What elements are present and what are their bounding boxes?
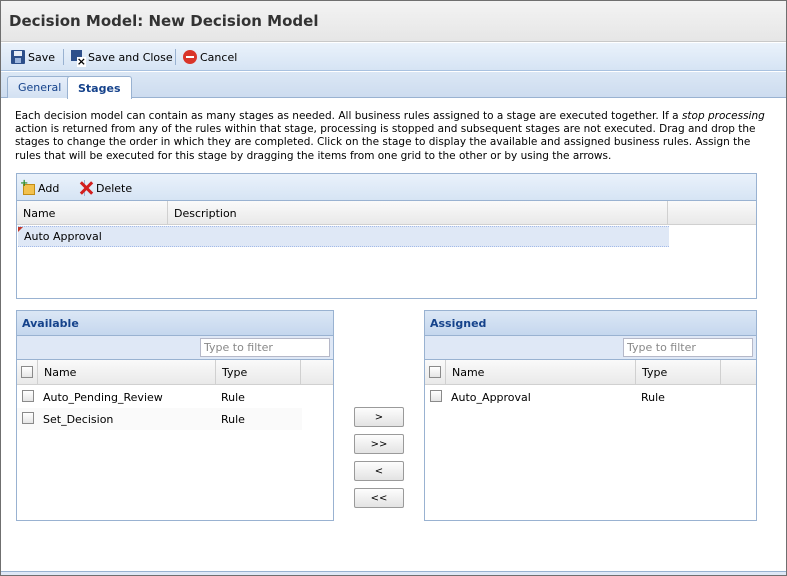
stage-name: Auto Approval	[24, 230, 102, 243]
stages-grid: Add Delete Name Description Auto Approva…	[16, 173, 757, 299]
add-icon	[20, 178, 35, 195]
column-header-type[interactable]: Type	[636, 360, 721, 384]
window-title: Decision Model: New Decision Model	[9, 12, 319, 30]
column-header-type-label: Type	[222, 365, 248, 379]
stages-description: Each decision model can contain as many …	[15, 110, 765, 163]
column-header-name-label: Name	[23, 206, 56, 220]
rule-type: Rule	[641, 390, 665, 404]
column-header-type[interactable]: Type	[216, 360, 301, 384]
stages-grid-header: Name Description	[17, 201, 756, 225]
move-all-right-button[interactable]: >>	[354, 434, 404, 454]
add-stage-label: Add	[38, 181, 60, 195]
list-item[interactable]: Set_Decision Rule	[17, 408, 302, 430]
assigned-panel-title: Assigned	[425, 311, 756, 336]
save-and-close-button[interactable]: Save and Close	[71, 48, 173, 67]
delete-icon	[79, 181, 93, 195]
column-header-name-label: Name	[452, 365, 485, 379]
modified-marker-icon	[18, 227, 23, 232]
save-button-label: Save	[28, 50, 56, 64]
available-panel-title: Available	[17, 311, 333, 336]
add-stage-button[interactable]: Add	[20, 178, 60, 197]
column-header-type-label: Type	[642, 365, 668, 379]
delete-stage-button[interactable]: Delete	[79, 179, 132, 197]
move-all-left-button[interactable]: <<	[354, 488, 404, 508]
available-filter-bar	[17, 336, 333, 360]
rule-name: Auto_Pending_Review	[43, 390, 163, 404]
save-icon	[11, 50, 25, 64]
assigned-grid-header: Name Type	[425, 360, 756, 385]
select-all-column	[425, 360, 446, 384]
column-header-name[interactable]: Name	[446, 360, 636, 384]
table-row[interactable]: Auto Approval	[18, 226, 669, 247]
column-header-name[interactable]: Name	[38, 360, 216, 384]
cancel-button-label: Cancel	[200, 50, 238, 64]
bottom-border	[1, 571, 786, 575]
toolbar-separator	[175, 49, 176, 65]
stages-content: Each decision model can contain as many …	[1, 99, 786, 575]
column-header-name[interactable]: Name	[17, 201, 168, 225]
description-emphasis: stop processing	[681, 110, 765, 122]
assigned-filter-input[interactable]	[623, 338, 753, 357]
select-all-column	[17, 360, 38, 384]
main-toolbar: Save Save and Close Cancel	[1, 43, 786, 71]
cancel-button[interactable]: Cancel	[183, 48, 237, 66]
row-checkbox[interactable]	[22, 390, 34, 402]
cancel-icon	[183, 50, 197, 64]
save-and-close-icon	[71, 50, 86, 67]
select-all-checkbox[interactable]	[21, 366, 33, 378]
rule-type: Rule	[221, 390, 245, 404]
list-item[interactable]: Auto_Pending_Review Rule	[17, 386, 302, 408]
assigned-panel: Assigned Name Type Auto_Approval Rule	[424, 310, 757, 521]
tab-general-label: General	[18, 81, 62, 94]
decision-model-window: Decision Model: New Decision Model Save …	[0, 0, 787, 576]
tab-stages-label: Stages	[78, 81, 121, 95]
row-checkbox[interactable]	[22, 412, 34, 424]
select-all-checkbox[interactable]	[429, 366, 441, 378]
available-filter-input[interactable]	[200, 338, 330, 357]
available-panel: Available Name Type Auto_Pending_Review …	[16, 310, 334, 521]
toolbar-separator	[63, 49, 64, 65]
column-header-description-label: Description	[174, 206, 237, 220]
rule-type: Rule	[221, 412, 245, 426]
column-header-description[interactable]: Description	[168, 201, 668, 225]
column-header-name-label: Name	[44, 365, 77, 379]
move-left-button[interactable]: <	[354, 461, 404, 481]
row-checkbox[interactable]	[430, 390, 442, 402]
available-grid-header: Name Type	[17, 360, 333, 385]
save-button[interactable]: Save	[11, 48, 55, 66]
tab-strip: General Stages	[1, 72, 786, 99]
description-text: Each decision model can contain as many …	[15, 110, 682, 122]
move-right-button[interactable]: >	[354, 407, 404, 427]
list-item[interactable]: Auto_Approval Rule	[425, 386, 721, 408]
tab-general[interactable]: General	[7, 76, 73, 98]
tab-stages[interactable]: Stages	[67, 76, 132, 99]
delete-stage-label: Delete	[96, 181, 133, 195]
stages-toolbar: Add Delete	[17, 174, 756, 201]
description-text-continued: action is returned from any of the rules…	[15, 123, 756, 162]
assigned-filter-bar	[425, 336, 756, 360]
save-and-close-label: Save and Close	[88, 50, 173, 64]
rule-name: Set_Decision	[43, 412, 114, 426]
rule-name: Auto_Approval	[451, 390, 531, 404]
title-bar: Decision Model: New Decision Model	[1, 1, 786, 42]
